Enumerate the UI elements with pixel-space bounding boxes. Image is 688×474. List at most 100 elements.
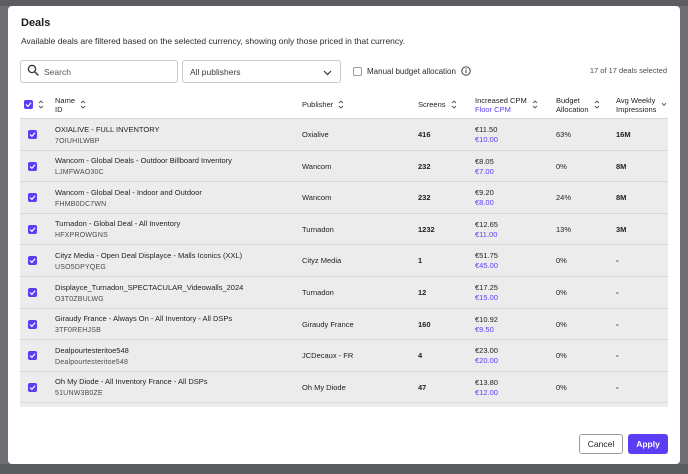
publisher-select[interactable]: All publishers — [182, 60, 341, 83]
deal-publisher: JCDecaux - FR — [302, 351, 354, 361]
deal-increased-cpm: €51.75 — [475, 251, 498, 261]
publisher-select-value: All publishers — [190, 66, 241, 77]
header-impressions-label-1: Avg Weekly — [616, 95, 656, 105]
table-row[interactable]: Wancom - Global Deal - Indoor and Outdoo… — [20, 182, 668, 214]
sort-icon[interactable] — [594, 100, 600, 109]
sort-icon[interactable] — [451, 100, 457, 109]
sort-icon[interactable] — [532, 100, 538, 109]
header-screens[interactable]: Screens — [418, 90, 457, 119]
table-row[interactable]: Wancom - Global Deals - Outdoor Billboar… — [20, 150, 668, 183]
table-row[interactable]: Cityz Media - Open Deal Displayce - Mall… — [20, 245, 668, 277]
row-checkbox[interactable] — [28, 193, 37, 203]
cancel-button[interactable]: Cancel — [579, 434, 623, 454]
deal-cpm-cell: €10.92 €9.50 — [475, 309, 498, 340]
manual-budget-checkbox[interactable] — [353, 66, 362, 76]
row-checkbox[interactable] — [28, 130, 37, 139]
deals-dialog: Deals Available deals are filtered based… — [8, 6, 680, 464]
manual-budget-label: Manual budget allocation — [367, 66, 456, 76]
deal-impressions: - — [616, 256, 619, 266]
chevron-down-icon — [323, 68, 332, 77]
deal-increased-cpm: €8.05 — [475, 156, 494, 166]
deal-increased-cpm: €23.00 — [475, 346, 498, 356]
row-checkbox[interactable] — [28, 382, 37, 392]
deal-budget-allocation: 63% — [556, 130, 572, 139]
header-budget-label-2: Allocation — [556, 104, 589, 114]
deal-floor-cpm: €12.00 — [475, 387, 498, 397]
header-name-label: Name — [55, 95, 76, 105]
header-impressions[interactable]: Avg Weekly Impressions — [616, 90, 667, 119]
row-checkbox-cell — [28, 151, 37, 182]
deal-floor-cpm: €9.50 — [475, 324, 494, 334]
deal-impressions: - — [616, 382, 619, 392]
deal-cpm-cell: €11.50 €10.00 — [475, 119, 498, 150]
deal-screens: 1 — [418, 256, 423, 266]
deal-publisher: Oh My Diode — [302, 382, 346, 392]
deal-name: Cityz Media - Open Deal Displayce - Mall… — [55, 250, 243, 260]
info-icon[interactable] — [461, 66, 471, 76]
search-input[interactable] — [44, 66, 164, 77]
deal-cpm-cell: €23.00 €20.00 — [475, 340, 498, 371]
row-checkbox[interactable] — [28, 351, 37, 361]
chevron-down-icon[interactable] — [661, 100, 667, 109]
table-row[interactable]: Dealpourtesteritoe548 Dealpourtesteritoe5… — [20, 340, 668, 372]
deal-screens: 160 — [418, 319, 431, 329]
apply-button[interactable]: Apply — [628, 434, 668, 454]
search-field[interactable] — [20, 60, 178, 83]
deal-budget-allocation: 24% — [556, 193, 572, 203]
deal-impressions: - — [616, 351, 619, 361]
header-impressions-label-2: Impressions — [616, 104, 657, 114]
search-icon — [27, 63, 39, 81]
table-row[interactable]: Oh My Diode - All Inventory France - All… — [20, 371, 668, 404]
deal-name: Turnadon - Global Deal - All Inventory — [55, 219, 181, 229]
deal-id: Dealpourtesteritoe548 — [55, 358, 129, 366]
header-name[interactable]: Name ID — [55, 90, 86, 119]
row-checkbox-cell — [28, 309, 37, 340]
select-all-checkbox[interactable] — [24, 100, 33, 109]
deal-cpm-cell: €13.80 €12.00 — [475, 372, 498, 403]
selected-count: 17 of 17 deals selected — [589, 66, 667, 75]
deal-floor-cpm: €15.00 — [475, 293, 498, 302]
header-budget-label-1: Budget — [556, 95, 580, 105]
sort-icon[interactable] — [338, 100, 344, 109]
deal-id: USO5DPYQEG — [55, 263, 107, 271]
deal-publisher: Turnadon — [302, 224, 334, 234]
check-icon — [29, 290, 36, 296]
deal-id: 3TF0REHJSB — [55, 327, 101, 335]
row-checkbox-cell — [28, 245, 37, 276]
deal-budget-allocation: 13% — [556, 224, 572, 234]
deal-increased-cpm: €12.65 — [475, 219, 498, 229]
deal-cpm-cell: €8.05 €7.00 — [475, 151, 494, 182]
table-row[interactable]: Displayce_Turnadon_SPECTACULAR_Videowall… — [20, 277, 668, 309]
table-row[interactable]: Giraudy France - Always On - All Invento… — [20, 308, 668, 341]
deal-name-cell: Turnadon - Global Deal - All Inventory HF… — [55, 214, 180, 245]
deal-screens: 12 — [418, 288, 427, 297]
header-budget[interactable]: Budget Allocation — [556, 90, 600, 119]
deal-publisher: Giraudy France — [302, 319, 354, 329]
header-floor-label: Floor CPM — [475, 104, 511, 114]
manual-budget-toggle[interactable]: Manual budget allocation — [353, 66, 471, 76]
deal-screens: 416 — [418, 130, 431, 139]
deal-publisher: Turnadon — [302, 288, 334, 297]
sort-icon[interactable] — [38, 100, 44, 109]
row-checkbox[interactable] — [28, 224, 37, 234]
deal-name: Dealpourtesteritoe548 — [55, 345, 129, 355]
row-checkbox[interactable] — [28, 161, 37, 171]
deal-floor-cpm: €11.00 — [475, 229, 498, 239]
row-checkbox[interactable] — [28, 288, 37, 297]
table-row[interactable]: Turnadon - Global Deal - All Inventory HF… — [20, 213, 668, 246]
sort-icon[interactable] — [80, 100, 86, 109]
deal-screens: 4 — [418, 351, 423, 361]
deal-id: HFXPROWGNS — [55, 232, 108, 240]
deal-name-cell: OXIALIVE - FULL INVENTORY 7OIUHILWBP — [55, 119, 159, 150]
deal-name: OXIALIVE - FULL INVENTORY — [55, 124, 160, 134]
deal-name-cell: Giraudy France - Always On - All Invento… — [55, 309, 232, 340]
deal-floor-cpm: €8.00 — [475, 198, 494, 208]
dialog-title: Deals — [21, 17, 51, 29]
deal-impressions: 8M — [616, 161, 627, 171]
table-row[interactable]: OXIALIVE - FULL INVENTORY 7OIUHILWBP Oxial… — [20, 119, 668, 151]
row-checkbox[interactable] — [28, 256, 37, 266]
row-checkbox[interactable] — [28, 319, 37, 329]
header-publisher[interactable]: Publisher — [302, 90, 344, 119]
row-checkbox-cell — [28, 119, 37, 150]
header-cpm[interactable]: Increased CPM Floor CPM — [475, 90, 538, 119]
